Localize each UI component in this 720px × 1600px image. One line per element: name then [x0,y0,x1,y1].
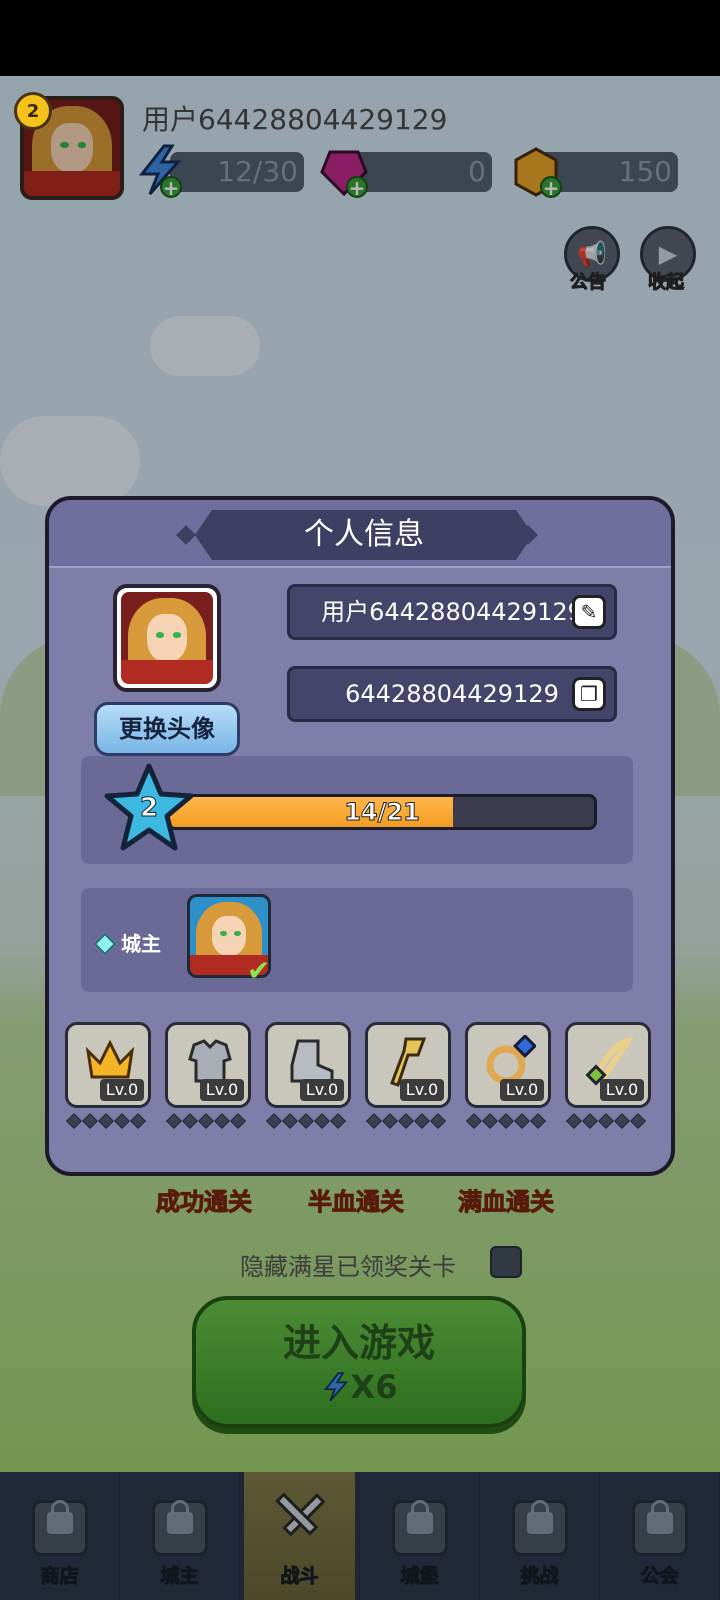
equipment-slot-boot[interactable]: Lv.0 [265,1022,351,1108]
equipment-level: Lv.0 [200,1079,244,1101]
copy-icon[interactable]: ❐ [572,677,606,711]
title-plate: 个人信息 [195,510,533,560]
equipment-star-row [466,1113,546,1129]
equipment-slot-ring[interactable]: Lv.0 [465,1022,551,1108]
id-value: 64428804429129 [345,680,559,708]
role-panel [81,888,633,992]
change-avatar-button[interactable]: 更换头像 [94,702,240,756]
equipment-slot-necklace[interactable]: Lv.0 [565,1022,651,1108]
equipment-slot-crown[interactable]: Lv.0 [65,1022,151,1108]
equipment-slot-staff[interactable]: Lv.0 [365,1022,451,1108]
edit-icon[interactable]: ✎ [572,595,606,629]
equipment-slot-armor[interactable]: Lv.0 [165,1022,251,1108]
equipment-star-row [266,1113,346,1129]
equipment-star-row [166,1113,246,1129]
equipment-star-row [366,1113,446,1129]
xp-progress-bar: 14/21 [167,794,597,830]
portrait-icon [121,592,213,684]
diamond-ornament-icon [176,525,196,545]
level-number: 2 [139,793,159,824]
name-value: 用户64428804429129 [321,598,583,626]
xp-progress-text: 14/21 [344,798,421,827]
profile-dialog: 个人信息 更换头像 用户64428804429129 ✎ 64428804429… [45,496,675,1176]
equipment-level: Lv.0 [300,1079,344,1101]
dialog-header: 个人信息 [49,500,671,568]
equipment-level: Lv.0 [400,1079,444,1101]
equipment-level: Lv.0 [600,1079,644,1101]
id-field: 64428804429129 ❐ [287,666,617,722]
name-field: 用户64428804429129 ✎ [287,584,617,640]
player-level-badge: 2 [14,92,52,130]
equipment-level: Lv.0 [100,1079,144,1101]
equipment-star-row [566,1113,646,1129]
profile-avatar [113,584,221,692]
equipment-star-row [66,1113,146,1129]
equipment-level: Lv.0 [500,1079,544,1101]
role-label: 城主 [121,932,161,956]
dialog-title: 个人信息 [304,517,424,552]
selected-check-icon: ✔ [247,954,271,987]
